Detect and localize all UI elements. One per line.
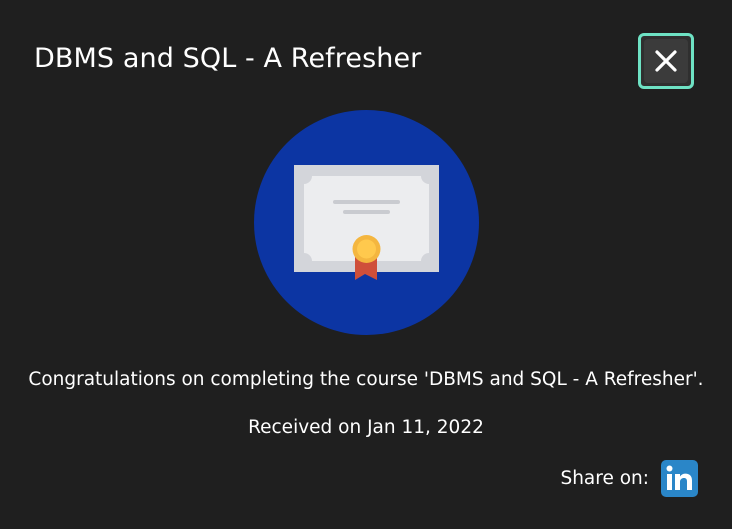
certificate-badge xyxy=(254,110,479,335)
dialog-title: DBMS and SQL - A Refresher xyxy=(34,43,422,74)
received-date: Received on Jan 11, 2022 xyxy=(248,417,484,438)
completion-message: Congratulations on completing the course… xyxy=(28,369,704,390)
close-icon xyxy=(655,50,677,72)
certificate-icon xyxy=(294,165,439,280)
certificate-dialog: DBMS and SQL - A Refresher Congratulatio… xyxy=(0,0,732,529)
linkedin-share-button[interactable] xyxy=(661,460,698,497)
share-section: Share on: xyxy=(560,460,698,497)
share-label: Share on: xyxy=(560,467,649,489)
linkedin-icon xyxy=(666,465,692,490)
close-button[interactable] xyxy=(638,33,694,89)
